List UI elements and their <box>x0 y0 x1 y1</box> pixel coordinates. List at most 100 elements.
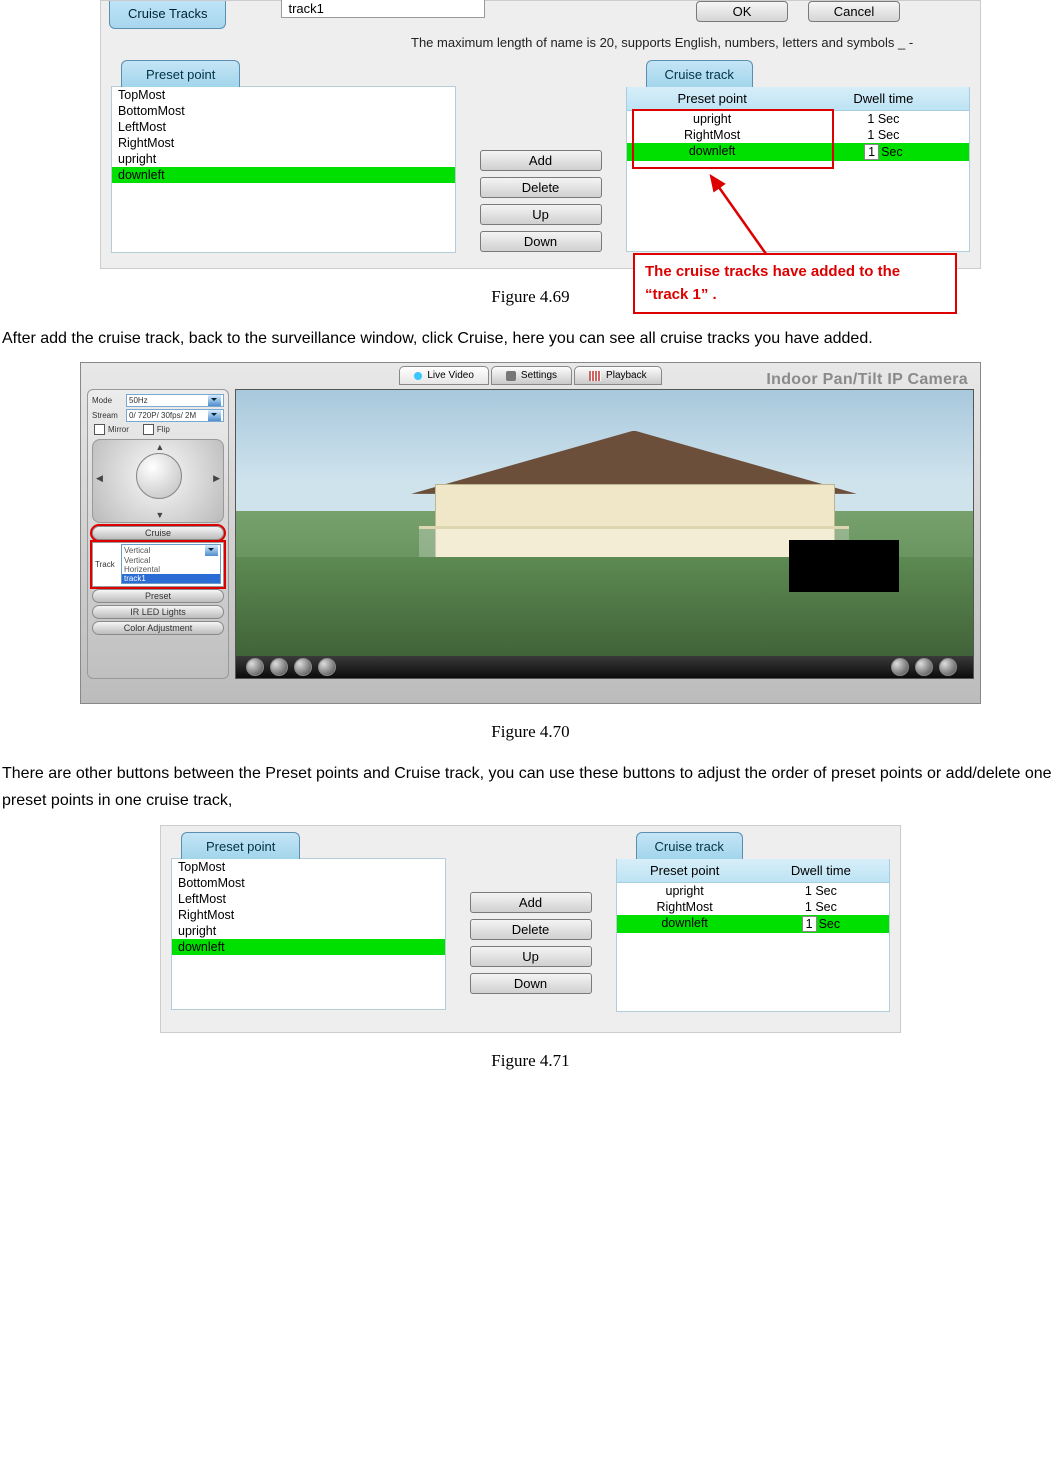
preset-listbox[interactable]: TopMost BottomMost LeftMost RightMost up… <box>171 858 446 1010</box>
table-row[interactable]: RightMost 1 Sec <box>627 127 970 143</box>
th-dwell-time: Dwell time <box>753 859 889 882</box>
list-item[interactable]: LeftMost <box>172 891 445 907</box>
arrow-right-icon[interactable]: ▶ <box>213 473 220 484</box>
tab-cruise-track[interactable]: Cruise track <box>636 832 743 859</box>
table-row[interactable]: upright 1 Sec <box>617 883 890 899</box>
cell-dwell[interactable]: 1Sec <box>798 143 969 161</box>
cell-dwell: 1 Sec <box>798 127 969 143</box>
list-item[interactable]: TopMost <box>172 859 445 875</box>
tab-settings[interactable]: Settings <box>491 366 572 385</box>
dwell-unit: Sec <box>819 917 841 931</box>
surveillance-window: Live Video Settings Playback Indoor Pan/… <box>80 362 981 704</box>
list-item[interactable]: BottomMost <box>172 875 445 891</box>
ir-led-section-button[interactable]: IR LED Lights <box>92 605 224 619</box>
body-paragraph: After add the cruise track, back to the … <box>2 325 1059 352</box>
list-item-selected[interactable]: downleft <box>112 167 455 183</box>
table-row[interactable]: upright 1 Sec <box>627 111 970 127</box>
list-item[interactable]: LeftMost <box>112 119 455 135</box>
chevron-down-icon <box>208 410 221 421</box>
up-button[interactable]: Up <box>480 204 602 225</box>
dwell-unit: Sec <box>881 145 903 159</box>
audio-button-icon[interactable] <box>891 658 909 676</box>
record-button-icon[interactable] <box>318 658 336 676</box>
add-button[interactable]: Add <box>480 150 602 171</box>
play-button-icon[interactable] <box>246 658 264 676</box>
select-value: Vertical <box>124 546 150 555</box>
mirror-checkbox[interactable]: Mirror <box>94 424 129 435</box>
list-item-selected[interactable]: downleft <box>172 939 445 955</box>
cell-dwell: 1 Sec <box>753 883 889 899</box>
delete-button[interactable]: Delete <box>470 919 592 940</box>
cell-preset: downleft <box>627 143 798 161</box>
cruise-section-button[interactable]: Cruise <box>92 526 224 540</box>
ok-button[interactable]: OK <box>696 1 788 22</box>
tab-preset-point[interactable]: Preset point <box>181 832 300 859</box>
video-view[interactable] <box>235 389 974 679</box>
dwell-number-input[interactable]: 1 <box>864 144 879 160</box>
th-dwell-time: Dwell time <box>798 87 969 110</box>
body-paragraph: There are other buttons between the Pres… <box>2 760 1059 814</box>
list-item[interactable]: RightMost <box>172 907 445 923</box>
add-button[interactable]: Add <box>470 892 592 913</box>
track-name-input[interactable]: track1 <box>281 0 485 18</box>
dwell-number-input[interactable]: 1 <box>802 916 817 932</box>
tab-label: Settings <box>521 370 557 381</box>
color-adjust-section-button[interactable]: Color Adjustment <box>92 621 224 635</box>
name-hint-text: The maximum length of name is 20, suppor… <box>101 29 980 60</box>
checkbox-icon <box>94 424 105 435</box>
list-item[interactable]: RightMost <box>112 135 455 151</box>
control-sidepanel: Mode 50Hz Stream 0/ 720P/ 30fps/ 2M Mirr… <box>87 389 229 679</box>
table-row[interactable]: RightMost 1 Sec <box>617 899 890 915</box>
cell-dwell: 1 Sec <box>753 899 889 915</box>
table-row-selected[interactable]: downleft 1Sec <box>617 915 890 933</box>
arrow-up-icon[interactable]: ▲ <box>155 442 164 452</box>
cell-preset: downleft <box>617 915 753 933</box>
figure-caption: Figure 4.70 <box>0 722 1061 742</box>
arrow-left-icon[interactable]: ◀ <box>96 473 103 484</box>
list-item[interactable]: upright <box>112 151 455 167</box>
table-row-selected[interactable]: downleft 1Sec <box>627 143 970 161</box>
stream-select[interactable]: 0/ 720P/ 30fps/ 2M <box>126 409 224 422</box>
down-button[interactable]: Down <box>480 231 602 252</box>
list-item[interactable]: BottomMost <box>112 103 455 119</box>
ptz-knob[interactable] <box>136 453 182 499</box>
arrow-down-icon[interactable]: ▼ <box>155 510 164 520</box>
select-option-highlighted[interactable]: track1 <box>122 574 220 583</box>
list-item[interactable]: upright <box>172 923 445 939</box>
flip-checkbox[interactable]: Flip <box>143 424 170 435</box>
tab-cruise-tracks[interactable]: Cruise Tracks <box>109 1 226 29</box>
stream-value: 0/ 720P/ 30fps/ 2M <box>129 411 196 420</box>
stop-button-icon[interactable] <box>270 658 288 676</box>
cancel-button[interactable]: Cancel <box>808 1 900 22</box>
preset-cruise-panel: Preset point TopMost BottomMost LeftMost… <box>160 825 901 1033</box>
cell-dwell[interactable]: 1Sec <box>753 915 889 933</box>
checkbox-icon <box>143 424 154 435</box>
select-option[interactable]: Horizental <box>122 565 220 574</box>
track-label: Track <box>95 560 121 569</box>
stream-label: Stream <box>92 411 122 420</box>
tab-playback[interactable]: Playback <box>574 366 662 385</box>
delete-button[interactable]: Delete <box>480 177 602 198</box>
tab-live-video[interactable]: Live Video <box>399 366 489 385</box>
preset-listbox[interactable]: TopMost BottomMost LeftMost RightMost up… <box>111 86 456 253</box>
checkbox-label: Mirror <box>108 425 129 434</box>
multiview-button-icon[interactable] <box>939 658 957 676</box>
cruise-track-header: Preset point Dwell time <box>616 859 891 883</box>
tab-cruise-track[interactable]: Cruise track <box>646 60 753 87</box>
list-item[interactable]: TopMost <box>112 87 455 103</box>
ptz-pad[interactable]: ▲ ▼ ◀ ▶ <box>92 439 224 523</box>
tab-preset-point[interactable]: Preset point <box>121 60 240 87</box>
pip-black-box <box>789 540 900 592</box>
cruise-track-list[interactable]: upright 1 Sec RightMost 1 Sec downleft 1… <box>626 111 971 252</box>
track-select-open[interactable]: Vertical Vertical Horizental track1 <box>121 544 221 584</box>
cruise-track-list[interactable]: upright 1 Sec RightMost 1 Sec downleft 1… <box>616 883 891 1012</box>
up-button[interactable]: Up <box>470 946 592 967</box>
select-option[interactable]: Vertical <box>122 556 220 565</box>
th-preset-point: Preset point <box>627 87 798 110</box>
mode-select[interactable]: 50Hz <box>126 394 224 407</box>
down-button[interactable]: Down <box>470 973 592 994</box>
fullscreen-button-icon[interactable] <box>915 658 933 676</box>
preset-section-button[interactable]: Preset <box>92 589 224 603</box>
snapshot-button-icon[interactable] <box>294 658 312 676</box>
cell-dwell: 1 Sec <box>798 111 969 127</box>
